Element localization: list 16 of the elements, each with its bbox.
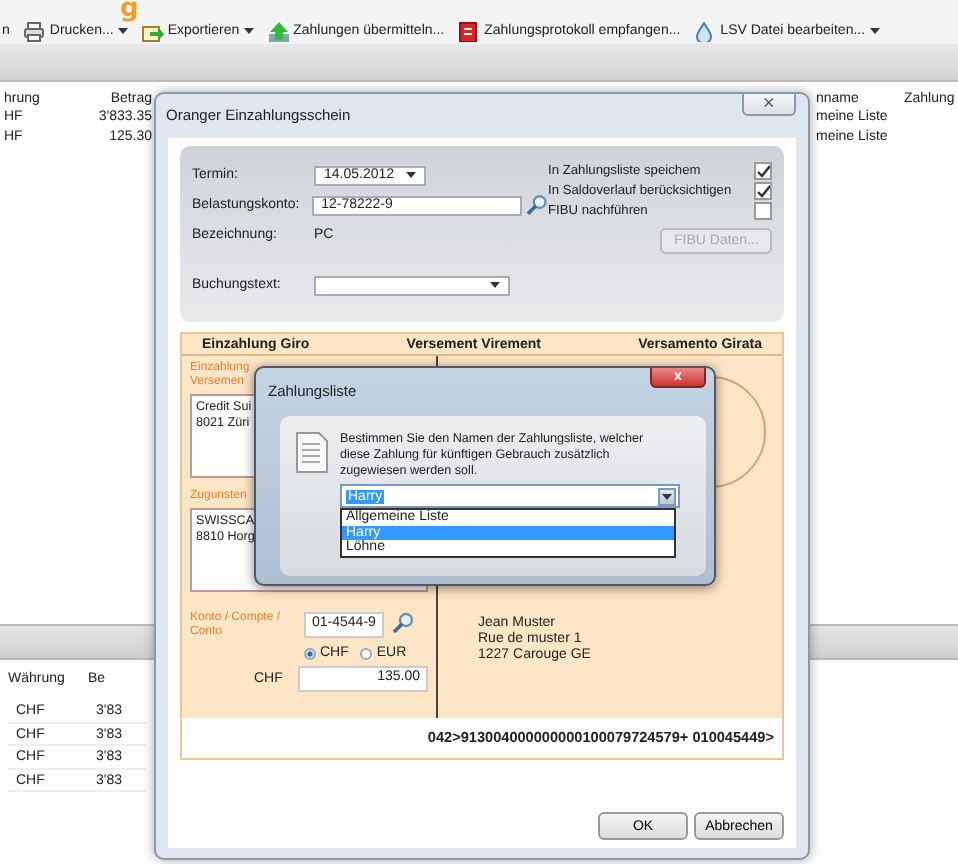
checkbox[interactable] — [754, 201, 772, 219]
document-icon — [296, 432, 328, 474]
checkbox[interactable] — [754, 161, 772, 179]
printer-icon — [23, 21, 46, 41]
search-icon — [526, 194, 548, 216]
upload-arrow-icon — [267, 21, 290, 41]
caret-icon — [406, 172, 416, 178]
caret-icon — [490, 282, 500, 288]
export-icon — [141, 21, 164, 41]
caret-icon — [662, 493, 672, 499]
search-icon — [391, 612, 414, 634]
close-button[interactable]: ⨯ — [742, 94, 796, 116]
logo-letter: g — [120, 0, 139, 24]
drop-icon — [694, 21, 717, 41]
document-icon — [458, 21, 481, 41]
checkbox[interactable] — [754, 181, 772, 199]
